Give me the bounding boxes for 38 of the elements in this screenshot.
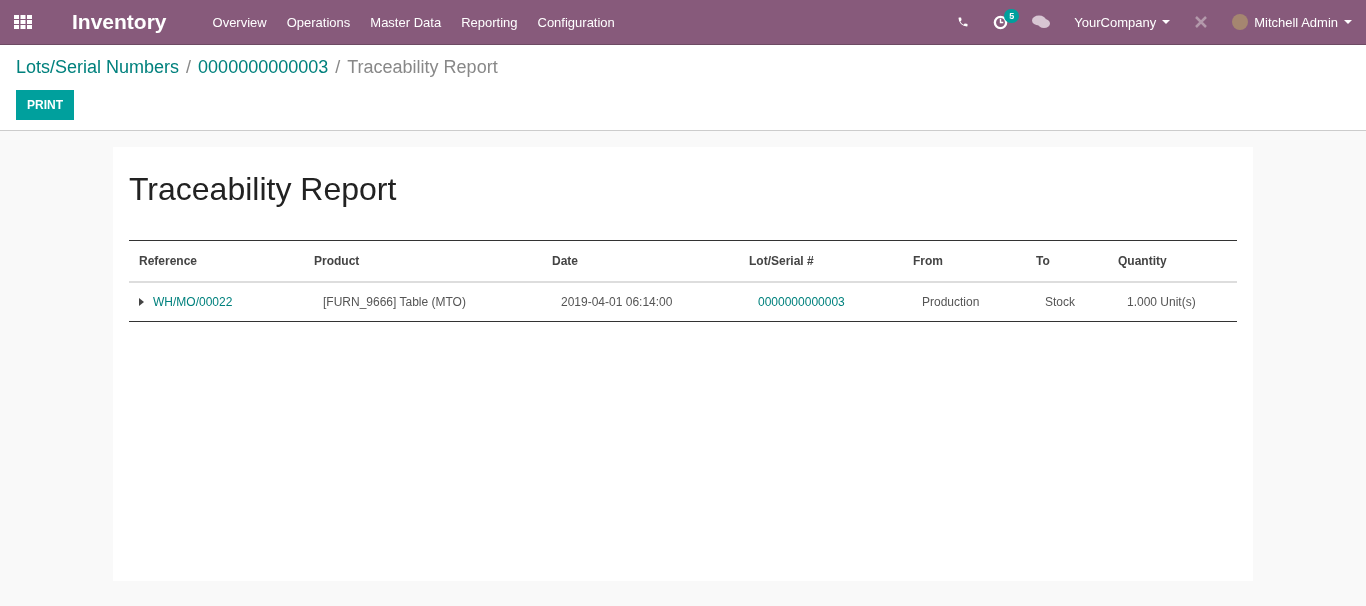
menu-item[interactable]: Configuration: [537, 14, 615, 30]
menu-item[interactable]: Overview: [212, 14, 267, 30]
table-cell: Production: [903, 282, 1026, 322]
column-header: Reference: [129, 240, 304, 282]
chat-icon[interactable]: [1032, 15, 1051, 29]
lot-link-cell[interactable]: 0000000000003: [739, 282, 903, 322]
menu-item[interactable]: Reporting: [461, 14, 518, 30]
column-header: To: [1026, 240, 1108, 282]
column-header: Product: [304, 240, 542, 282]
report-title: Traceability Report: [129, 171, 398, 208]
reference-cell[interactable]: WH/MO/00022: [129, 282, 304, 322]
user-dropdown[interactable]: Mitchell Admin: [1232, 14, 1352, 30]
table-cell: Stock: [1026, 282, 1108, 322]
apps-grid-icon[interactable]: [14, 15, 32, 29]
table-cell: 2019-04-01 06:14:00: [542, 282, 739, 322]
table-cell: [FURN_9666] Table (MTO): [304, 282, 542, 322]
column-header: From: [903, 240, 1026, 282]
avatar-icon: [1232, 14, 1249, 30]
clock-icon[interactable]: [993, 14, 1009, 30]
phone-icon[interactable]: [957, 16, 970, 28]
table-cell: 1.000 Unit(s): [1108, 282, 1237, 322]
caret-down-icon: [1162, 20, 1171, 24]
activity-count-badge: 5: [1004, 8, 1020, 23]
breadcrumb-item: Traceability Report: [347, 57, 498, 78]
caret-down-icon: [1344, 20, 1352, 24]
company-dropdown[interactable]: YourCompany: [1074, 14, 1171, 30]
menu-item[interactable]: Operations: [286, 14, 351, 30]
app-title: Inventory: [72, 10, 167, 34]
breadcrumb-item[interactable]: Lots/Serial Numbers: [16, 57, 180, 78]
breadcrumb-separator: /: [186, 57, 192, 78]
caret-icon[interactable]: [139, 298, 144, 306]
column-header: Lot/Serial #: [739, 240, 903, 282]
column-header: Quantity: [1108, 240, 1237, 282]
breadcrumb-separator: /: [335, 57, 341, 78]
breadcrumb-item[interactable]: 0000000000003: [198, 57, 329, 78]
menu-item[interactable]: Master Data: [370, 14, 442, 30]
column-header: Date: [542, 240, 739, 282]
print-button[interactable]: PRINT: [16, 90, 74, 120]
